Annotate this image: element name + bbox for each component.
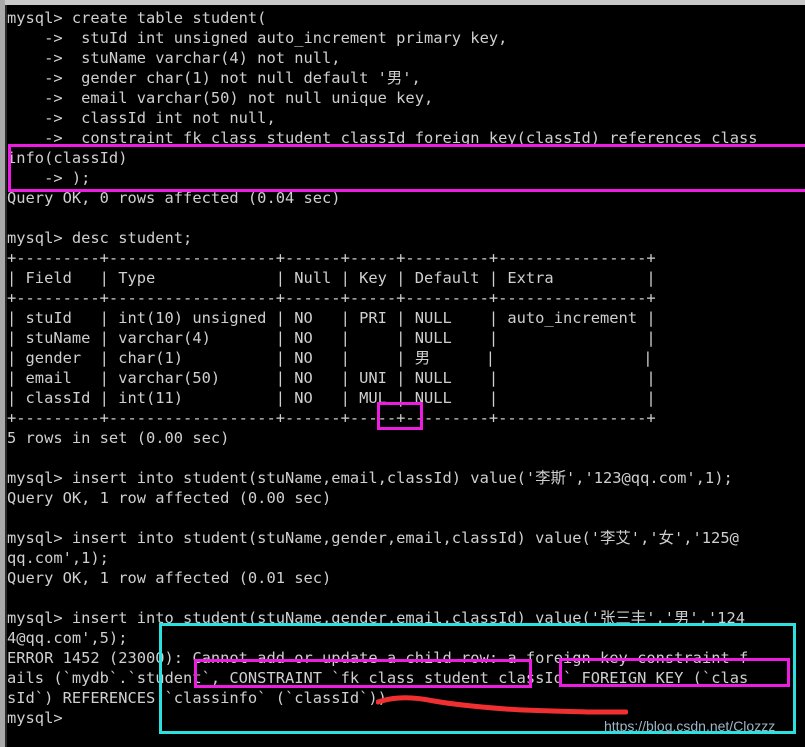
terminal-line: -> constraint fk_class_student_classId f… xyxy=(7,129,758,147)
terminal-line: +---------+------------------+------+---… xyxy=(7,409,656,427)
watermark-text: https://blog.csdn.net/Clozzz xyxy=(604,718,776,734)
terminal-line: -> stuId int unsigned auto_increment pri… xyxy=(7,29,508,47)
terminal-line: -> stuName varchar(4) not null, xyxy=(7,49,341,67)
terminal-line: | Field | Type | Null | Key | Default | … xyxy=(7,269,656,287)
terminal-line: info(classId) xyxy=(7,149,128,167)
terminal-line: 5 rows in set (0.00 sec) xyxy=(7,429,230,447)
terminal-line: +---------+------------------+------+---… xyxy=(7,289,656,307)
red-underline-squiggle xyxy=(376,695,628,715)
terminal-line: mysql> insert into student(stuName,email… xyxy=(7,469,733,487)
terminal-line: -> gender char(1) not null default '男', xyxy=(7,69,421,87)
terminal-line: | gender | char(1) | NO | | 男 | | xyxy=(7,349,653,367)
terminal-line: | classId | int(11) | NO | MUL | NULL | … xyxy=(7,389,656,407)
terminal-line: mysql> create table student( xyxy=(7,9,267,27)
terminal-line: | stuId | int(10) unsigned | NO | PRI | … xyxy=(7,309,656,327)
terminal-line: | email | varchar(50) | NO | UNI | NULL … xyxy=(7,369,656,387)
terminal-line: mysql> insert into student(stuName,gende… xyxy=(7,609,745,627)
terminal-line: -> ); xyxy=(7,169,91,187)
terminal-line: Query OK, 0 rows affected (0.04 sec) xyxy=(7,189,341,207)
terminal-output[interactable]: mysql> create table student( -> stuId in… xyxy=(7,8,805,747)
terminal-line: mysql> desc student; xyxy=(7,229,193,247)
terminal-line: ERROR 1452 (23000): Cannot add or update… xyxy=(7,649,749,667)
terminal-line: -> classId int not null, xyxy=(7,109,276,127)
terminal-line: 4@qq.com',5); xyxy=(7,629,128,647)
terminal-line: qq.com',1); xyxy=(7,549,109,567)
terminal-line: mysql> insert into student(stuName,gende… xyxy=(7,529,739,547)
terminal-line: | stuName | varchar(4) | NO | | NULL | | xyxy=(7,329,656,347)
terminal-line: -> email varchar(50) not null unique key… xyxy=(7,89,434,107)
window-border-top xyxy=(0,0,805,5)
terminal-line: +---------+------------------+------+---… xyxy=(7,249,656,267)
terminal-line: Query OK, 1 row affected (0.00 sec) xyxy=(7,489,332,507)
terminal-line: Query OK, 1 row affected (0.01 sec) xyxy=(7,569,332,587)
terminal-window: mysql> create table student( -> stuId in… xyxy=(0,0,805,747)
terminal-line: ails (`mydb`.`student`, CONSTRAINT `fk_c… xyxy=(7,669,749,687)
